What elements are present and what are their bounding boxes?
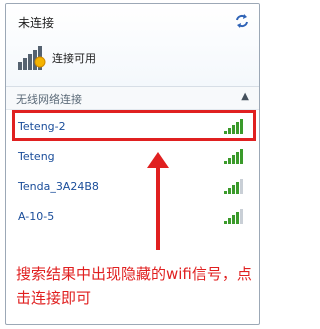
chevron-up-icon[interactable]: ▲ [241, 91, 249, 102]
annotation-text: 搜索结果中出现隐藏的wifi信号，点击连接即可 [16, 265, 252, 307]
wifi-popup-panel: 未连接 连接可用 无线网络连接 ▲ Teteng-2 Teteng Tenda_… [5, 3, 260, 325]
signal-bar [228, 158, 231, 164]
network-item[interactable]: Teteng [12, 142, 249, 170]
signal-bar [236, 152, 239, 164]
network-name: Teteng [18, 149, 55, 163]
signal-bar [236, 182, 239, 194]
status-title: 未连接 [18, 16, 55, 30]
signal-bar [240, 149, 243, 164]
network-name: A-10-5 [18, 209, 55, 223]
signal-bar [232, 125, 235, 134]
signal-bar [232, 185, 235, 194]
refresh-icon[interactable] [233, 12, 251, 30]
signal-strength-icon [224, 179, 243, 194]
network-item[interactable]: A-10-5 [12, 202, 249, 230]
signal-bar [228, 188, 231, 194]
signal-bar [224, 221, 227, 224]
signal-bar [224, 131, 227, 134]
signal-strength-icon [224, 119, 243, 134]
signal-strength-icon [224, 149, 243, 164]
signal-bar [224, 191, 227, 194]
signal-bar [232, 215, 235, 224]
signal-bars-sun-icon [16, 44, 48, 72]
signal-strength-icon [224, 209, 243, 224]
network-name: Teteng-2 [18, 119, 66, 133]
signal-bar [240, 209, 243, 224]
red-arrow-annotation [147, 152, 169, 250]
status-area: 未连接 连接可用 [6, 4, 259, 86]
signal-bar [224, 161, 227, 164]
signal-bar [228, 218, 231, 224]
signal-bar [232, 155, 235, 164]
section-title: 无线网络连接 [16, 93, 82, 106]
connection-available-label: 连接可用 [52, 52, 96, 65]
signal-bar [236, 212, 239, 224]
signal-bar [240, 119, 243, 134]
signal-bar [240, 179, 243, 194]
wireless-section-header: 无线网络连接 ▲ [6, 86, 259, 110]
signal-bar [236, 122, 239, 134]
network-item[interactable]: Tenda_3A24B8 [12, 172, 249, 200]
connection-available-row: 连接可用 [16, 44, 96, 72]
network-item[interactable]: Teteng-2 [12, 112, 249, 140]
signal-bar [228, 128, 231, 134]
network-name: Tenda_3A24B8 [18, 179, 99, 193]
